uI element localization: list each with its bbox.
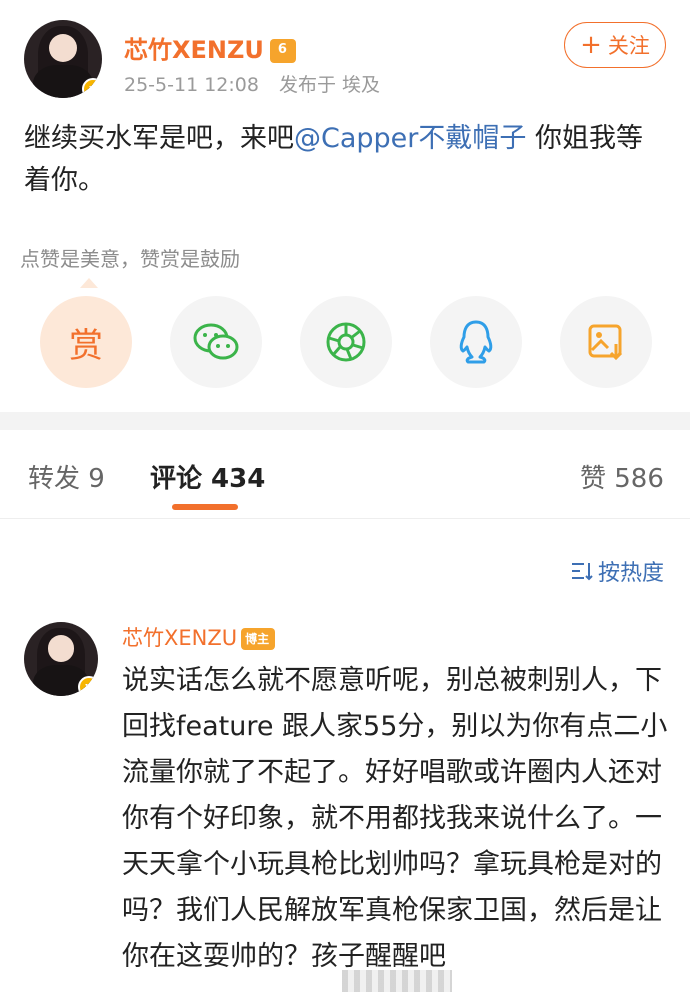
share-wechat-button[interactable]	[170, 296, 262, 388]
wechat-icon	[193, 323, 239, 360]
post-text-before: 继续买水军是吧，来吧	[24, 123, 294, 154]
post-location: 发布于 埃及	[279, 74, 381, 96]
sort-by-popularity-button[interactable]: 按热度	[570, 555, 664, 587]
avatar-face	[48, 34, 78, 63]
post-author-name[interactable]: 芯竹XENZU	[124, 30, 296, 65]
reward-hint: 点赞是美意，赞赏是鼓励	[20, 247, 240, 271]
sort-icon	[572, 563, 593, 581]
section-divider	[0, 412, 690, 430]
tab-likes[interactable]: 赞 586	[580, 458, 664, 495]
moments-icon	[326, 322, 366, 362]
verified-badge-icon: v	[78, 676, 98, 696]
reward-button[interactable]: 赏	[40, 296, 132, 388]
sort-label: 按热度	[598, 561, 665, 586]
post-author-avatar[interactable]: v	[24, 20, 102, 98]
verified-badge-icon: v	[82, 78, 102, 98]
hint-caret	[80, 278, 98, 288]
share-moments-button[interactable]	[300, 296, 392, 388]
reward-icon: 赏	[69, 325, 103, 366]
crown-badge-icon	[269, 39, 296, 63]
mention-link[interactable]: @Capper不戴帽子	[294, 123, 526, 154]
post-author-name-text[interactable]: 芯竹XENZU	[124, 36, 264, 64]
comment-author-avatar[interactable]: v	[24, 622, 98, 696]
blogger-tag: 博主	[241, 628, 276, 650]
post-text: 继续买水军是吧，来吧@Capper不戴帽子 你姐我等着你。	[24, 118, 664, 202]
tab-repost[interactable]: 转发 9	[28, 458, 105, 495]
follow-label: 关注	[607, 34, 650, 58]
active-tab-indicator	[172, 504, 238, 510]
comment-author-name-text[interactable]: 芯竹XENZU	[122, 626, 237, 650]
post-meta: 25-5-11 12:08 发布于 埃及	[124, 70, 394, 97]
avatar-face	[47, 635, 75, 662]
tab-border	[0, 518, 690, 519]
qq-icon	[459, 320, 493, 364]
watermark-mosaic	[342, 970, 452, 992]
share-qq-button[interactable]	[430, 296, 522, 388]
save-image-button[interactable]	[560, 296, 652, 388]
plus-icon: +	[580, 30, 602, 60]
save-image-icon	[588, 324, 623, 361]
comment-author-name[interactable]: 芯竹XENZU 博主	[122, 622, 276, 652]
share-row: 赏	[40, 296, 660, 388]
tab-comments[interactable]: 评论 434	[150, 458, 265, 495]
comment-text: 说实话怎么就不愿意听呢，别总被刺别人，下回找feature 跟人家55分，别以为…	[122, 665, 668, 972]
follow-button[interactable]: + 关注	[564, 22, 666, 68]
post-date: 25-5-11 12:08	[124, 74, 259, 96]
